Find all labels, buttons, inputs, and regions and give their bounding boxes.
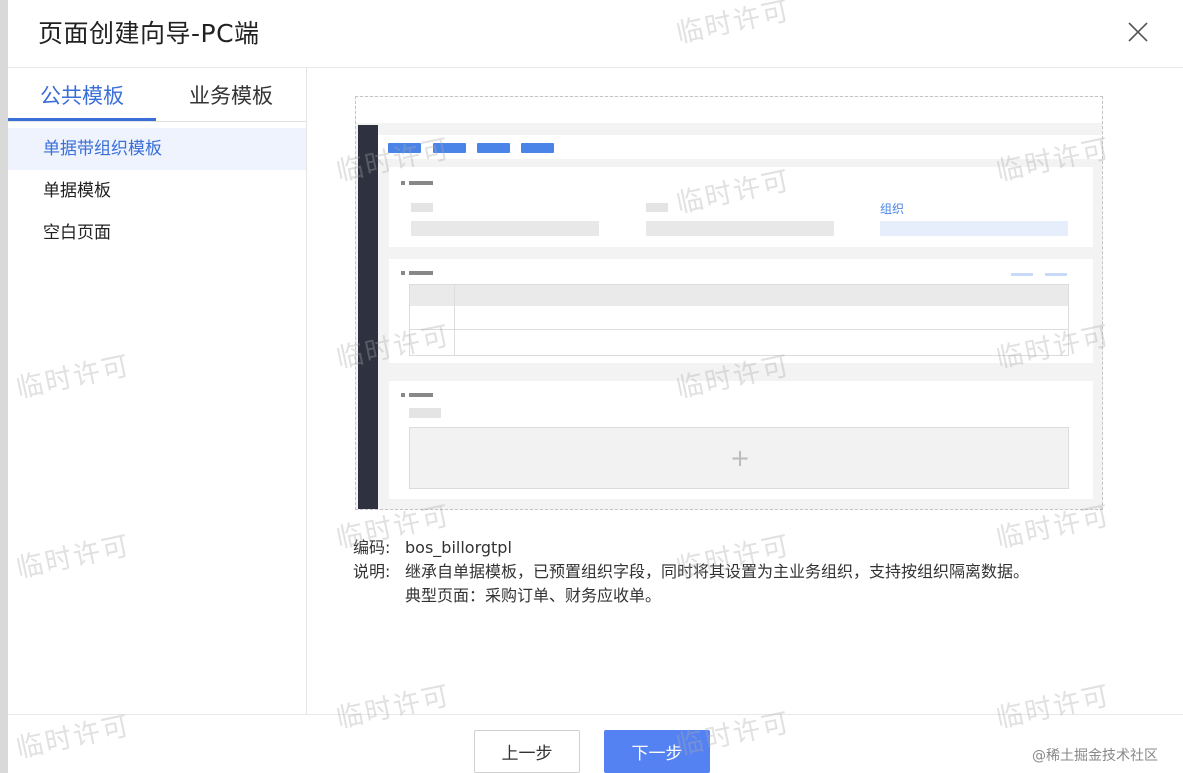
- description-label: 说明:: [353, 562, 391, 581]
- preview-org-field: [880, 221, 1068, 236]
- template-item-bill-with-org[interactable]: 单据带组织模板: [0, 128, 306, 170]
- preview-heading-dot: [401, 181, 405, 185]
- preview-heading: [409, 393, 433, 397]
- preview-upload-area: +: [409, 427, 1069, 489]
- preview-heading-dot: [401, 393, 405, 397]
- close-button[interactable]: [1124, 18, 1152, 46]
- preview-field: [411, 221, 599, 236]
- dialog-title: 页面创建向导-PC端: [38, 19, 260, 48]
- template-item-bill[interactable]: 单据模板: [0, 170, 306, 212]
- tab-business-templates[interactable]: 业务模板: [189, 80, 273, 110]
- template-code-row: 编码: bos_billorgtpl: [353, 536, 1029, 560]
- description-line: 典型页面：采购订单、财务应收单。: [405, 586, 662, 605]
- plus-icon: +: [730, 444, 751, 472]
- preview-top-band: [356, 97, 1102, 123]
- template-list: 单据带组织模板 单据模板 空白页面: [0, 128, 306, 254]
- preview-field-label: [409, 408, 441, 418]
- page-create-wizard-dialog: 页面创建向导-PC端 公共模板 业务模板 单据带组织模板 单据模板 空白页面 组…: [0, 0, 1183, 773]
- previous-step-button[interactable]: 上一步: [474, 730, 580, 773]
- tab-public-templates[interactable]: 公共模板: [40, 80, 124, 110]
- preview-toolbar-button: [388, 143, 421, 153]
- preview-heading-dot: [401, 271, 405, 275]
- preview-field-label: [411, 203, 433, 212]
- background-edge: [0, 0, 8, 773]
- preview-toolbar-button: [477, 143, 510, 153]
- description-line: 继承自单据模板，已预置组织字段，同时将其设置为主业务组织，支持按组织隔离数据。: [405, 562, 1030, 581]
- preview-org-label: 组织: [880, 202, 905, 216]
- template-tabs: 公共模板 业务模板: [0, 68, 306, 122]
- code-label: 编码:: [353, 538, 391, 557]
- preview-entry-action: [1011, 273, 1033, 276]
- template-detail-panel: 组织 + 编码: bos_billorgtpl 说明: 继承自单据模板，已预置组…: [308, 68, 1183, 714]
- credit-text: @稀土掘金技术社区: [1032, 748, 1158, 764]
- preview-entry-grid: [409, 284, 1069, 356]
- preview-field-label: [646, 203, 668, 212]
- active-tab-indicator: [8, 118, 156, 121]
- dialog-footer: 上一步 下一步: [0, 714, 1183, 773]
- preview-toolbar: [378, 135, 1102, 159]
- preview-entry-card: [389, 259, 1093, 363]
- code-value: bos_billorgtpl: [405, 538, 512, 557]
- description-text: 继承自单据模板，已预置组织字段，同时将其设置为主业务组织，支持按组织隔离数据。 …: [405, 560, 1029, 608]
- preview-heading: [409, 271, 433, 275]
- preview-toolbar-button: [433, 143, 466, 153]
- template-sidebar: 公共模板 业务模板 单据带组织模板 单据模板 空白页面: [0, 68, 307, 714]
- next-step-button[interactable]: 下一步: [604, 730, 710, 773]
- template-preview-image: 组织 +: [355, 96, 1103, 510]
- preview-grid-row-line: [410, 329, 1068, 330]
- preview-header-card: 组织: [389, 167, 1093, 247]
- preview-nav-bar: [358, 125, 378, 509]
- preview-field: [646, 221, 834, 236]
- preview-attachment-card: +: [389, 381, 1093, 499]
- close-icon: [1128, 22, 1148, 42]
- template-info: 编码: bos_billorgtpl 说明: 继承自单据模板，已预置组织字段，同…: [353, 536, 1029, 608]
- template-description-row: 说明: 继承自单据模板，已预置组织字段，同时将其设置为主业务组织，支持按组织隔离…: [353, 560, 1029, 608]
- preview-toolbar-button: [521, 143, 554, 153]
- preview-grid-column-line: [454, 285, 455, 355]
- preview-heading: [409, 181, 433, 185]
- preview-entry-action: [1045, 273, 1067, 276]
- preview-grid-header: [410, 285, 1068, 306]
- template-item-blank[interactable]: 空白页面: [0, 212, 306, 254]
- dialog-header: 页面创建向导-PC端: [0, 0, 1183, 68]
